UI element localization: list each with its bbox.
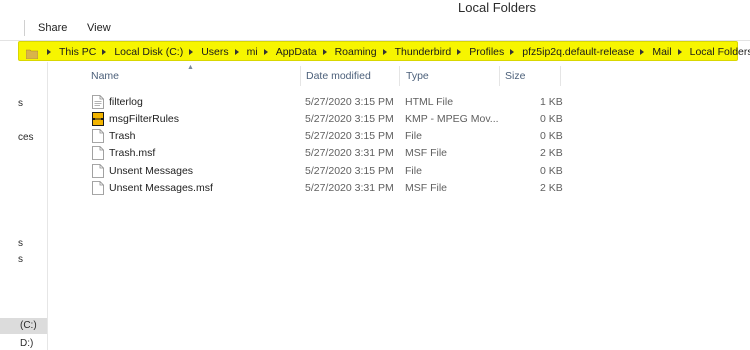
column-header-name[interactable]: Name (91, 70, 119, 82)
file-row[interactable]: Unsent Messages 5/27/2020 3:15 PM File 0… (90, 163, 570, 180)
navigation-pane[interactable]: s ces s s (C:) D:) (0, 62, 48, 350)
nav-item-local-disk[interactable]: (C:) (20, 320, 37, 331)
file-type: File (405, 165, 422, 177)
file-size: 0 KB (540, 113, 563, 125)
tab-share[interactable]: Share (38, 22, 67, 34)
file-type: MSF File (405, 182, 447, 194)
breadcrumb-appdata[interactable]: AppData (276, 46, 317, 58)
column-divider[interactable] (560, 66, 561, 86)
blank-file-icon (92, 181, 104, 195)
breadcrumb-roaming[interactable]: Roaming (335, 46, 377, 58)
breadcrumb-thunderbird[interactable]: Thunderbird (395, 46, 452, 58)
html-file-icon (92, 95, 104, 109)
chevron-right-icon (47, 49, 51, 55)
chevron-right-icon[interactable] (322, 49, 327, 55)
file-type: HTML File (405, 96, 454, 108)
chevron-right-icon[interactable] (189, 49, 194, 55)
chevron-right-icon[interactable] (640, 49, 645, 55)
ribbon-divider (24, 20, 25, 36)
nav-item-fragment[interactable]: s (18, 238, 23, 249)
nav-item-fragment[interactable]: s (18, 254, 23, 265)
file-row[interactable]: Trash 5/27/2020 3:15 PM File 0 KB (90, 128, 570, 145)
ribbon-tabs: Share View (0, 16, 750, 41)
file-name[interactable]: Trash.msf (109, 147, 155, 159)
file-row[interactable]: filterlog 5/27/2020 3:15 PM HTML File 1 … (90, 94, 570, 111)
chevron-right-icon[interactable] (382, 49, 387, 55)
address-bar[interactable]: This PC Local Disk (C:) Users mi AppData… (18, 41, 750, 61)
column-header-type[interactable]: Type (406, 70, 429, 82)
file-name[interactable]: Unsent Messages (109, 165, 193, 177)
breadcrumb-users[interactable]: Users (201, 46, 228, 58)
sort-ascending-icon: ▲ (187, 64, 194, 71)
file-row[interactable]: Unsent Messages.msf 5/27/2020 3:31 PM MS… (90, 180, 570, 197)
file-type: File (405, 130, 422, 142)
title-bar: Local Folders (0, 0, 750, 16)
file-type: MSF File (405, 147, 447, 159)
file-size: 0 KB (540, 130, 563, 142)
file-size: 1 KB (540, 96, 563, 108)
nav-item-drive-d[interactable]: D:) (20, 338, 33, 349)
kmp-media-file-icon (92, 112, 104, 126)
tab-view[interactable]: View (87, 22, 111, 34)
file-size: 2 KB (540, 147, 563, 159)
file-name[interactable]: filterlog (109, 96, 143, 108)
blank-file-icon (92, 129, 104, 143)
file-date: 5/27/2020 3:15 PM (305, 165, 394, 177)
nav-item-fragment[interactable]: s (18, 98, 23, 109)
chevron-right-icon[interactable] (457, 49, 462, 55)
file-date: 5/27/2020 3:15 PM (305, 96, 394, 108)
breadcrumb-local-folders[interactable]: Local Folders (690, 46, 750, 58)
chevron-right-icon[interactable] (102, 49, 107, 55)
chevron-right-icon[interactable] (263, 49, 268, 55)
file-row[interactable]: Trash.msf 5/27/2020 3:31 PM MSF File 2 K… (90, 145, 570, 162)
chevron-right-icon[interactable] (234, 49, 239, 55)
chevron-right-icon[interactable] (677, 49, 682, 55)
file-size: 2 KB (540, 182, 563, 194)
breadcrumb-profile-folder[interactable]: pfz5ip2q.default-release (522, 46, 634, 58)
blank-file-icon (92, 164, 104, 178)
breadcrumb: This PC Local Disk (C:) Users mi AppData… (41, 45, 750, 59)
chevron-right-icon[interactable] (510, 49, 515, 55)
column-header-date[interactable]: Date modified (306, 70, 371, 82)
column-header-size[interactable]: Size (505, 70, 525, 82)
column-divider[interactable] (300, 66, 301, 86)
nav-item-fragment[interactable]: ces (18, 132, 34, 143)
file-row[interactable]: msgFilterRules 5/27/2020 3:15 PM KMP - M… (90, 111, 570, 128)
breadcrumb-profiles[interactable]: Profiles (469, 46, 504, 58)
file-name[interactable]: Unsent Messages.msf (109, 182, 213, 194)
breadcrumb-local-disk[interactable]: Local Disk (C:) (114, 46, 183, 58)
file-size: 0 KB (540, 165, 563, 177)
file-name[interactable]: Trash (109, 130, 135, 142)
blank-file-icon (92, 146, 104, 160)
folder-icon (25, 46, 39, 60)
file-name[interactable]: msgFilterRules (109, 113, 179, 125)
file-type: KMP - MPEG Mov... (405, 113, 499, 125)
breadcrumb-mail[interactable]: Mail (652, 46, 671, 58)
file-date: 5/27/2020 3:15 PM (305, 130, 394, 142)
file-date: 5/27/2020 3:15 PM (305, 113, 394, 125)
breadcrumb-this-pc[interactable]: This PC (59, 46, 96, 58)
column-divider[interactable] (399, 66, 400, 86)
column-divider[interactable] (499, 66, 500, 86)
breadcrumb-mi[interactable]: mi (247, 46, 258, 58)
window-title: Local Folders (458, 0, 537, 15)
file-date: 5/27/2020 3:31 PM (305, 182, 394, 194)
file-date: 5/27/2020 3:31 PM (305, 147, 394, 159)
